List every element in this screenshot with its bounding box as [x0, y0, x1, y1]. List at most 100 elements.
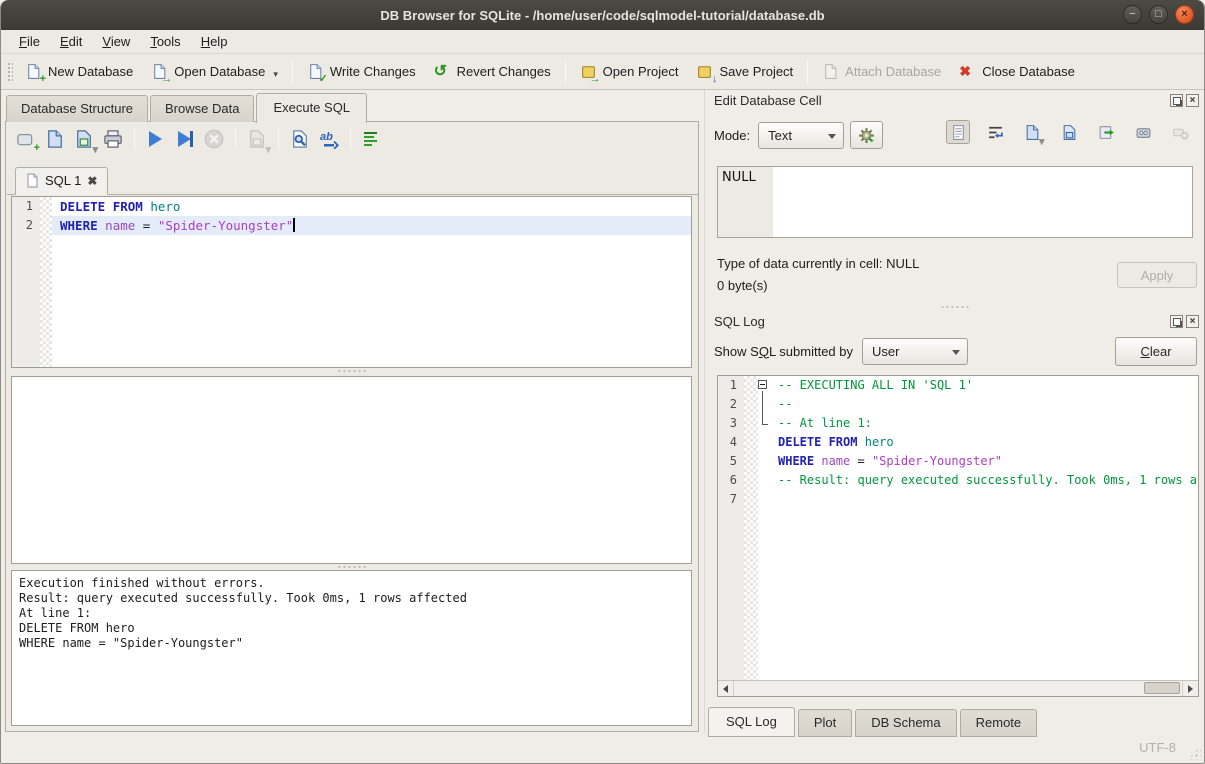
- execution-log-line: At line 1:: [19, 606, 684, 621]
- line-number: 4: [718, 433, 744, 452]
- execution-log-line: Execution finished without errors.: [19, 576, 684, 591]
- app-window: DB Browser for SQLite - /home/user/code/…: [0, 0, 1205, 764]
- write-changes-button[interactable]: ✓ Write Changes: [298, 58, 425, 85]
- execution-log-line: Result: query executed successfully. Too…: [19, 591, 684, 606]
- main-toolbar: + New Database → Open Database ▾ ✓ Write…: [1, 54, 1204, 90]
- write-changes-icon: ✓: [307, 63, 324, 80]
- save-to-file-icon[interactable]: [1057, 120, 1081, 144]
- stop-execution-icon: [204, 129, 224, 149]
- results-log-splitter[interactable]: [11, 564, 692, 569]
- content-area: Database Structure Browse Data Execute S…: [1, 90, 1204, 733]
- right-dock-area: Edit Database Cell × Mode: Text: [704, 90, 1205, 733]
- text-caret: [293, 218, 295, 232]
- chevron-down-icon: [952, 350, 960, 355]
- code-line: 2WHERE name = "Spider-Youngster": [12, 216, 691, 235]
- titlebar[interactable]: DB Browser for SQLite - /home/user/code/…: [1, 0, 1204, 30]
- scroll-right-icon[interactable]: [1182, 681, 1198, 696]
- new-sql-tab-icon[interactable]: +: [16, 129, 36, 149]
- scrollbar-thumb[interactable]: [1144, 682, 1180, 694]
- sql-tab-bar: SQL 1 ✖: [7, 166, 698, 195]
- new-database-icon: +: [25, 63, 42, 80]
- sql1-tab[interactable]: SQL 1 ✖: [15, 167, 108, 195]
- code-line: 1DELETE FROM hero: [12, 197, 691, 216]
- open-database-dropdown-caret[interactable]: ▾: [273, 69, 278, 80]
- export-data-icon[interactable]: [1094, 120, 1118, 144]
- menu-tools[interactable]: Tools: [140, 31, 190, 52]
- code-line: 7: [718, 490, 1198, 509]
- execute-sql-pane: + ▾: [5, 121, 699, 732]
- line-number: 1: [12, 197, 40, 216]
- open-database-icon: →: [151, 63, 168, 80]
- execution-status-box[interactable]: Execution finished without errors.Result…: [11, 570, 692, 726]
- menubar: File Edit View Tools Help: [1, 30, 1204, 54]
- submitted-by-select[interactable]: User: [862, 338, 968, 365]
- editor-results-splitter[interactable]: [11, 368, 692, 373]
- save-sql-file-icon[interactable]: ▾: [74, 129, 94, 149]
- open-project-button[interactable]: → Open Project: [571, 58, 688, 85]
- horizontal-scrollbar[interactable]: [718, 680, 1198, 696]
- menu-help[interactable]: Help: [191, 31, 238, 52]
- fold-marker: [758, 395, 770, 414]
- close-dock-icon[interactable]: ×: [1186, 94, 1199, 107]
- tab-browse-data[interactable]: Browse Data: [150, 95, 254, 122]
- sql-log-title: SQL Log: [714, 314, 765, 329]
- word-wrap-icon[interactable]: [983, 120, 1007, 144]
- scroll-left-icon[interactable]: [718, 681, 734, 696]
- toolbar-drag-handle[interactable]: [6, 61, 13, 83]
- open-database-button[interactable]: → Open Database ▾: [142, 58, 287, 85]
- print-sql-icon[interactable]: [103, 129, 123, 149]
- toolbar-separator: [350, 129, 351, 149]
- find-in-sql-icon[interactable]: [290, 129, 310, 149]
- import-from-file-icon[interactable]: ▾: [1020, 120, 1044, 144]
- menu-edit[interactable]: Edit: [50, 31, 92, 52]
- tab-database-structure[interactable]: Database Structure: [6, 95, 148, 122]
- new-database-button[interactable]: + New Database: [16, 58, 142, 85]
- format-sql-icon[interactable]: ab: [319, 129, 339, 149]
- apply-button: Apply: [1117, 262, 1197, 288]
- close-button[interactable]: ×: [1175, 5, 1194, 24]
- close-sql1-tab-icon[interactable]: ✖: [87, 174, 97, 188]
- copy-link-icon[interactable]: [1131, 120, 1155, 144]
- float-dock-icon[interactable]: [1170, 94, 1183, 107]
- toolbar-separator: [235, 129, 236, 149]
- sql-log-view[interactable]: 1-- EXECUTING ALL IN 'SQL 1'2--3-- At li…: [717, 375, 1199, 697]
- toggle-comment-icon[interactable]: [362, 129, 382, 149]
- results-pane[interactable]: [11, 376, 692, 564]
- mode-label: Mode:: [714, 128, 750, 143]
- open-sql-file-icon[interactable]: [45, 129, 65, 149]
- status-bar: UTF-8: [1, 732, 1204, 763]
- line-number: 7: [718, 490, 744, 509]
- text-mode-icon[interactable]: [946, 120, 970, 144]
- sql-editor[interactable]: 1DELETE FROM hero2WHERE name = "Spider-Y…: [11, 196, 692, 368]
- line-number: 2: [12, 216, 40, 235]
- apply-settings-button[interactable]: [850, 121, 883, 149]
- resize-grip[interactable]: [1187, 746, 1201, 760]
- cell-null-value: NULL: [718, 167, 773, 237]
- execution-log-line: DELETE FROM hero: [19, 621, 684, 636]
- dock-splitter[interactable]: [705, 304, 1205, 309]
- menu-view[interactable]: View: [92, 31, 140, 52]
- float-dock-icon[interactable]: [1170, 315, 1183, 328]
- code-line: 5WHERE name = "Spider-Youngster": [718, 452, 1198, 471]
- fold-marker[interactable]: [758, 376, 770, 395]
- toolbar-separator: [278, 129, 279, 149]
- line-number: 3: [718, 414, 744, 433]
- close-dock-icon[interactable]: ×: [1186, 315, 1199, 328]
- cell-toolbar: ▾: [946, 120, 1205, 144]
- maximize-button[interactable]: □: [1149, 5, 1168, 24]
- save-project-icon: ↓: [696, 63, 713, 80]
- close-database-button[interactable]: ✖ Close Database: [950, 58, 1084, 85]
- toolbar-separator: [807, 60, 808, 84]
- revert-changes-button[interactable]: ↺ Revert Changes: [425, 58, 560, 85]
- tab-execute-sql[interactable]: Execute SQL: [256, 93, 367, 123]
- set-null-icon: [1168, 120, 1192, 144]
- save-project-button[interactable]: ↓ Save Project: [687, 58, 802, 85]
- mode-select[interactable]: Text: [758, 122, 844, 149]
- window-title: DB Browser for SQLite - /home/user/code/…: [380, 8, 824, 23]
- execute-current-line-icon[interactable]: [175, 129, 195, 149]
- minimize-button[interactable]: −: [1123, 5, 1142, 24]
- cell-editor[interactable]: NULL: [717, 166, 1193, 238]
- clear-log-button[interactable]: Clear: [1115, 337, 1197, 366]
- execute-all-icon[interactable]: [146, 129, 166, 149]
- menu-file[interactable]: File: [9, 31, 50, 52]
